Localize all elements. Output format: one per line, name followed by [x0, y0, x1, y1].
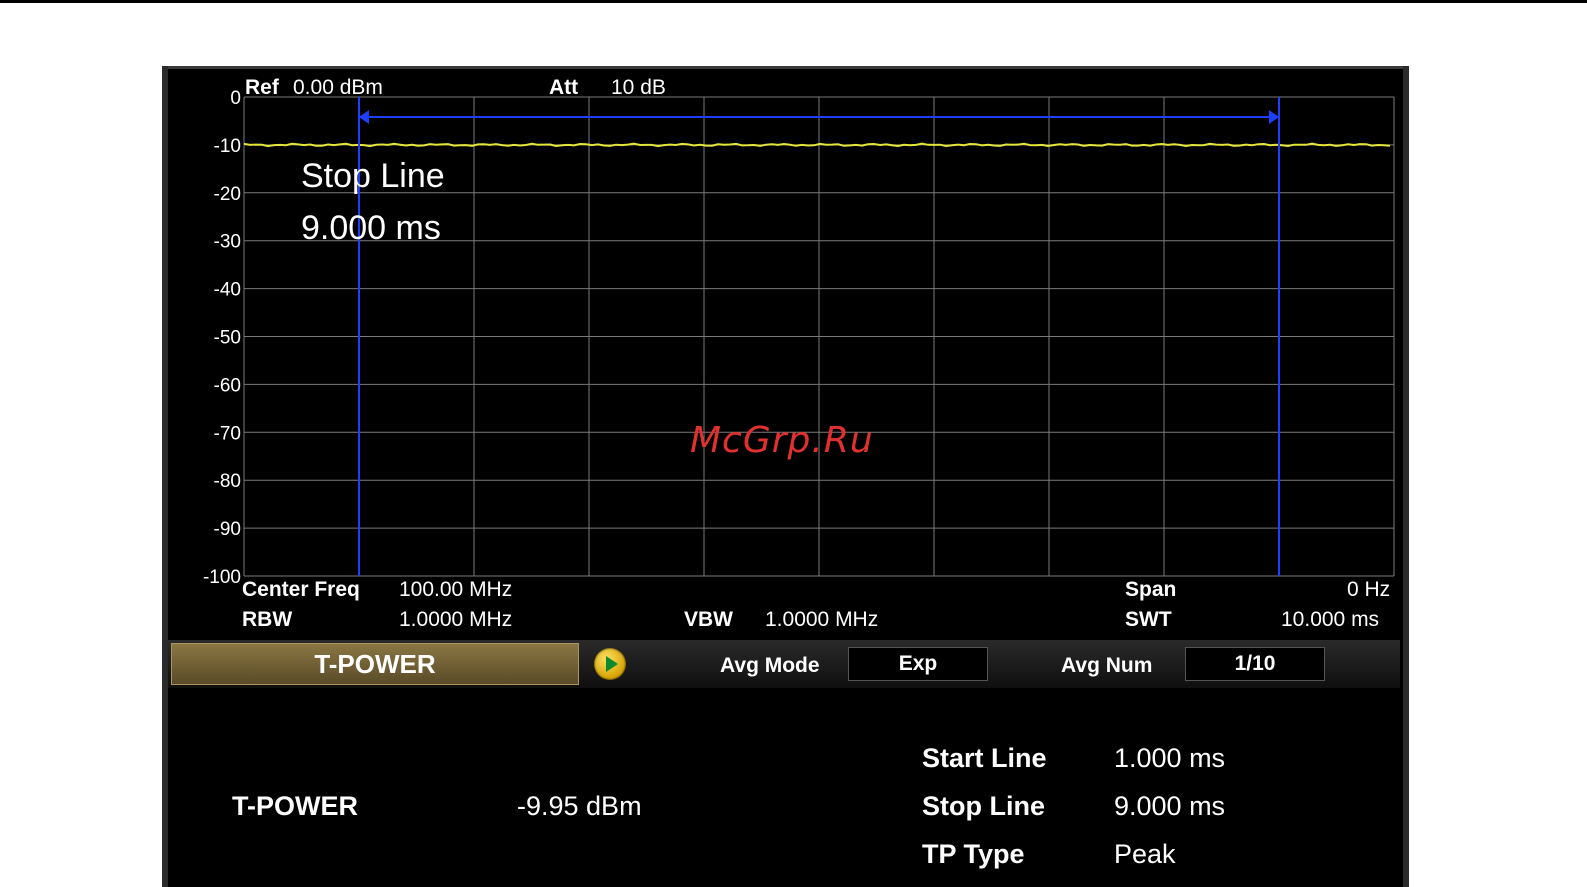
watermark-text: McGrp.Ru	[690, 420, 874, 461]
tpower-result-label: T-POWER	[232, 791, 358, 821]
stop-line-label: Stop Line	[922, 791, 1045, 821]
power-trace	[243, 142, 1391, 148]
y-tick-label: -80	[214, 471, 241, 492]
y-tick-label: -60	[214, 375, 241, 396]
trace-plot: 0 -10 -20 -30 -40 -50 -60 -70 -80 -90 -100	[203, 88, 1395, 586]
y-tick-label: -70	[214, 423, 241, 444]
swt-value: 10.000 ms	[1281, 608, 1380, 631]
center-freq-label: Center Freq	[242, 578, 360, 601]
page-top-rule	[0, 0, 1587, 3]
y-tick-label: -10	[214, 136, 241, 157]
vbw-value: 1.0000 MHz	[765, 608, 879, 631]
arrow-head-left	[359, 110, 369, 124]
stop-line-value: 9.000 ms	[1114, 791, 1226, 821]
avg-num-label: Avg Num	[1061, 654, 1153, 677]
start-line-label: Start Line	[922, 743, 1047, 773]
y-tick-label: -30	[214, 232, 241, 253]
center-freq-value: 100.00 MHz	[399, 578, 513, 601]
y-tick-label: -90	[214, 519, 241, 540]
avg-mode-label: Avg Mode	[720, 654, 820, 677]
avg-num-field[interactable]: 1/10	[1185, 647, 1325, 681]
rbw-value: 1.0000 MHz	[399, 608, 513, 631]
y-tick-label: -100	[203, 567, 241, 586]
y-tick-label: -50	[214, 328, 241, 349]
tab-t-power[interactable]: T-POWER	[171, 643, 579, 685]
y-tick-label: -40	[214, 280, 241, 301]
rbw-label: RBW	[242, 608, 293, 631]
vbw-label: VBW	[684, 608, 733, 631]
y-tick-label: 0	[230, 88, 241, 109]
tp-type-value: Peak	[1114, 839, 1176, 869]
swt-label: SWT	[1125, 608, 1172, 631]
tpower-result-value: -9.95 dBm	[517, 791, 642, 821]
arrow-head-right	[1269, 110, 1279, 124]
avg-mode-field[interactable]: Exp	[848, 647, 988, 681]
marker-annotation-value: 9.000 ms	[301, 209, 441, 247]
play-icon[interactable]	[594, 648, 626, 680]
tp-type-label: TP Type	[922, 839, 1025, 869]
marker-annotation-title: Stop Line	[301, 157, 445, 195]
analyzer-screen: Ref 0.00 dBm Att 10 dB 0 -10 -20 -30 -40 -50-…	[162, 66, 1409, 887]
span-label: Span	[1125, 578, 1177, 601]
start-line-value: 1.000 ms	[1114, 743, 1226, 773]
y-tick-label: -20	[214, 184, 241, 205]
span-value: 0 Hz	[1347, 578, 1391, 601]
measurement-control-bar: T-POWER Avg Mode Exp Avg Num 1/10	[168, 640, 1400, 688]
